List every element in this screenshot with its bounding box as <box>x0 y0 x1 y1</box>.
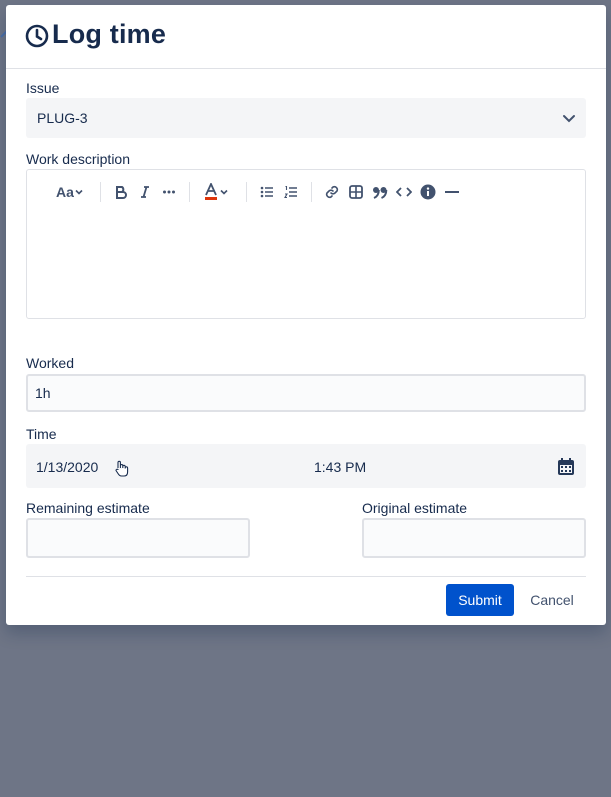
link-button[interactable] <box>322 182 342 202</box>
text-color-button[interactable] <box>199 182 233 202</box>
text-style-button[interactable]: Aa <box>53 182 87 202</box>
chevron-down-icon <box>75 189 83 195</box>
issue-label: Issue <box>26 80 60 96</box>
remaining-estimate-input[interactable] <box>26 518 250 558</box>
link-icon <box>325 185 339 199</box>
chevron-down-icon <box>220 189 228 195</box>
table-button[interactable] <box>346 182 366 202</box>
worked-input-value: 1h <box>35 385 51 401</box>
issue-select-value: PLUG-3 <box>37 110 88 126</box>
bullet-list-icon <box>260 186 273 198</box>
text-style-label: Aa <box>56 184 74 200</box>
quote-button[interactable] <box>370 182 390 202</box>
italic-button[interactable] <box>135 182 155 202</box>
more-formatting-icon <box>163 190 175 194</box>
editor-toolbar: Aa <box>27 170 585 214</box>
horizontal-rule-button[interactable] <box>442 182 462 202</box>
toolbar-divider <box>100 182 101 202</box>
hand-cursor-icon <box>115 460 129 477</box>
code-button[interactable] <box>394 182 414 202</box>
more-formatting-button[interactable] <box>159 182 179 202</box>
work-description-textarea[interactable] <box>27 214 585 318</box>
toolbar-divider <box>246 182 247 202</box>
calendar-icon[interactable] <box>556 457 576 477</box>
clock-icon <box>25 24 49 48</box>
issue-select[interactable]: PLUG-3 <box>26 98 586 138</box>
bold-icon <box>116 186 127 199</box>
dialog-header: Log time <box>6 5 606 69</box>
quote-icon <box>373 187 388 199</box>
log-time-dialog: Log time Issue PLUG-3 Work description A… <box>6 5 606 625</box>
work-description-label: Work description <box>26 151 131 167</box>
code-icon <box>396 187 412 197</box>
work-description-editor: Aa <box>26 169 586 319</box>
dialog-title: Log time <box>52 19 167 49</box>
date-input[interactable]: 1/13/2020 <box>36 459 98 475</box>
info-panel-button[interactable] <box>418 182 438 202</box>
horizontal-rule-icon <box>445 191 459 193</box>
footer-divider <box>26 576 586 577</box>
time-label: Time <box>26 426 57 442</box>
bullet-list-button[interactable] <box>257 182 277 202</box>
remaining-estimate-label: Remaining estimate <box>26 500 150 516</box>
numbered-list-button[interactable] <box>281 182 301 202</box>
original-estimate-label: Original estimate <box>362 500 468 516</box>
italic-icon <box>141 186 149 198</box>
submit-button[interactable]: Submit <box>446 584 514 616</box>
time-picker: 1/13/2020 1:43 PM <box>26 444 586 488</box>
worked-label: Worked <box>26 355 74 371</box>
original-estimate-input[interactable] <box>362 518 586 558</box>
info-panel-icon <box>420 184 436 200</box>
table-icon <box>349 185 363 199</box>
chevron-down-icon <box>563 115 575 123</box>
bold-button[interactable] <box>111 182 131 202</box>
worked-input[interactable]: 1h <box>26 374 586 412</box>
toolbar-divider <box>311 182 312 202</box>
numbered-list-icon <box>284 185 297 199</box>
time-input[interactable]: 1:43 PM <box>314 459 366 475</box>
cancel-button[interactable]: Cancel <box>520 584 584 616</box>
toolbar-divider <box>189 182 190 202</box>
text-color-icon <box>205 183 217 200</box>
